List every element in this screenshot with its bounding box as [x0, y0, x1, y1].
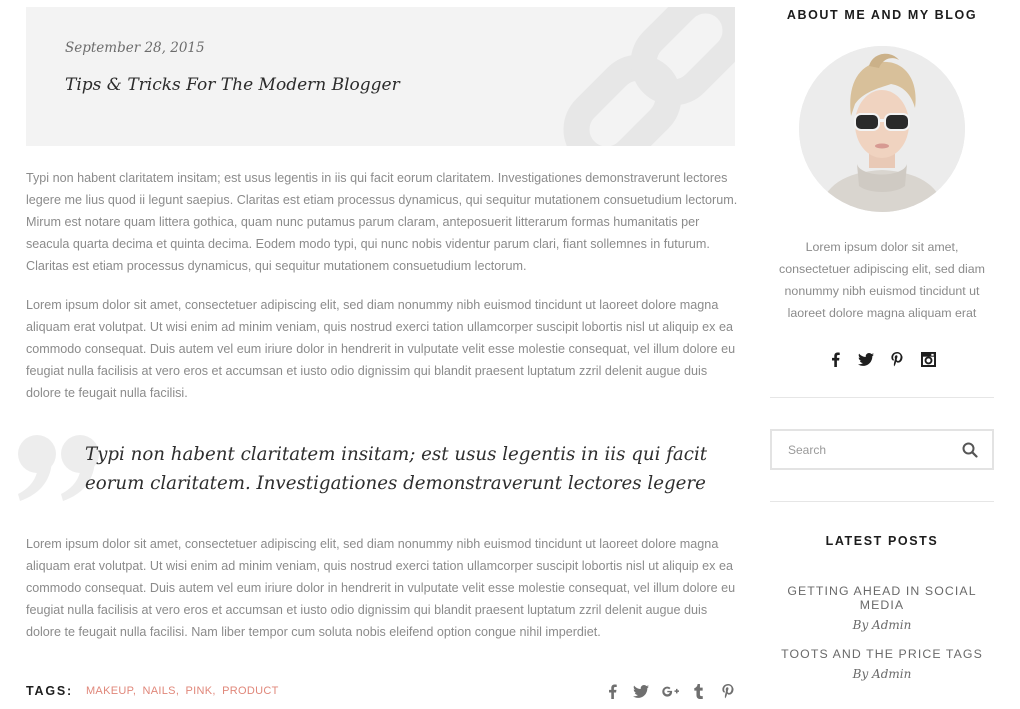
post-title[interactable]: Tips & Tricks For The Modern Blogger	[65, 75, 400, 95]
post-paragraph: Lorem ipsum dolor sit amet, consectetuer…	[26, 298, 736, 400]
search-box	[770, 429, 994, 470]
tag-nails[interactable]: NAILS	[143, 685, 176, 697]
latest-post-title[interactable]: TOOTS AND THE PRICE TAGS	[770, 647, 994, 661]
twitter-icon[interactable]	[632, 681, 650, 701]
search-input[interactable]	[772, 431, 952, 468]
tumblr-icon[interactable]	[690, 681, 708, 701]
post-tags: TAGS: MAKEUP, NAILS, PINK, PRODUCT	[26, 684, 279, 698]
latest-posts-title: LATEST POSTS	[825, 534, 939, 548]
latest-post-byline: By Admin	[852, 667, 912, 681]
link-icon	[563, 7, 735, 146]
avatar	[799, 46, 965, 212]
about-title: ABOUT ME AND MY BLOG	[786, 8, 978, 22]
post-date: September 28, 2015	[65, 40, 205, 56]
tag-makeup[interactable]: MAKEUP	[86, 685, 133, 697]
latest-post-title[interactable]: GETTING AHEAD IN SOCIAL MEDIA	[770, 584, 994, 612]
tag-product[interactable]: PRODUCT	[222, 685, 279, 697]
latest-post-item: TOOTS AND THE PRICE TAGS By Admin	[770, 647, 994, 681]
facebook-icon[interactable]	[603, 681, 621, 701]
share-icons	[603, 681, 737, 701]
social-links	[826, 350, 937, 368]
sidebar-divider	[770, 397, 994, 398]
tag-list: MAKEUP, NAILS, PINK, PRODUCT	[85, 685, 279, 697]
post-banner: September 28, 2015 Tips & Tricks For The…	[26, 7, 735, 146]
post-paragraph: Typi non habent claritatem insitam; est …	[26, 171, 738, 273]
pinterest-icon[interactable]	[719, 681, 737, 701]
tags-label: TAGS:	[26, 684, 73, 698]
blockquote: Typi non habent claritatem insitam; est …	[85, 444, 708, 494]
twitter-icon[interactable]	[857, 350, 875, 368]
sidebar-divider	[770, 501, 994, 502]
facebook-icon[interactable]	[826, 350, 844, 368]
instagram-icon[interactable]	[919, 350, 937, 368]
post-paragraph: Lorem ipsum dolor sit amet, consectetuer…	[26, 537, 736, 639]
tag-pink[interactable]: PINK	[186, 685, 213, 697]
google-plus-icon[interactable]	[661, 681, 679, 701]
latest-post-item: GETTING AHEAD IN SOCIAL MEDIA By Admin	[770, 584, 994, 632]
search-icon[interactable]	[962, 442, 978, 458]
about-text: Lorem ipsum dolor sit amet, consectetuer…	[779, 240, 985, 320]
latest-post-byline: By Admin	[852, 618, 912, 632]
pinterest-icon[interactable]	[888, 350, 906, 368]
